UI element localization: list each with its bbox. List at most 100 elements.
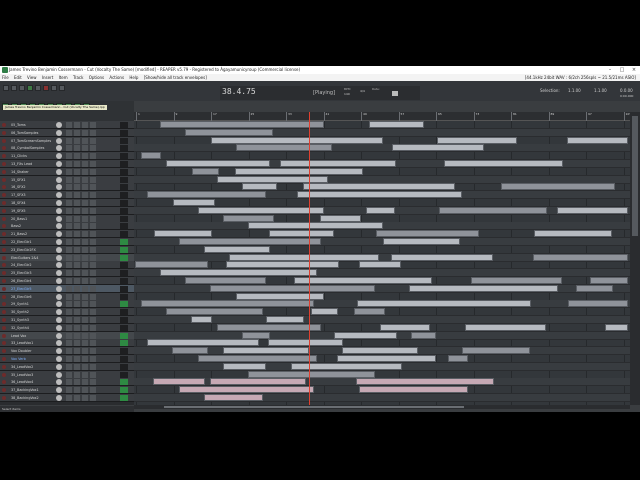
record-arm-button[interactable] (2, 279, 6, 283)
solo-button[interactable] (74, 200, 80, 206)
mute-button[interactable] (66, 176, 72, 183)
volume-knob[interactable] (56, 340, 62, 347)
track-name[interactable]: Bass2 (11, 222, 21, 230)
track-name[interactable]: 35_LeadVox3 (11, 371, 33, 379)
volume-knob[interactable] (56, 192, 62, 199)
media-item[interactable] (216, 323, 321, 331)
volume-knob[interactable] (56, 348, 62, 355)
media-item[interactable] (359, 261, 402, 269)
track-name[interactable]: 32_Synth4 (11, 324, 29, 332)
media-item[interactable] (141, 152, 161, 160)
media-item[interactable] (365, 206, 395, 214)
volume-knob[interactable] (56, 379, 62, 386)
fx-button[interactable] (82, 239, 88, 245)
media-item[interactable] (248, 370, 376, 378)
record-arm-button[interactable] (2, 169, 6, 174)
media-item[interactable] (303, 183, 456, 191)
io-button[interactable] (90, 161, 96, 167)
track-lane[interactable] (134, 394, 630, 402)
volume-knob[interactable] (56, 176, 62, 183)
media-item[interactable] (567, 300, 628, 308)
fx-button[interactable] (82, 356, 88, 362)
track-lane[interactable] (134, 230, 630, 239)
media-item[interactable] (294, 277, 432, 284)
rate-slider[interactable] (392, 91, 398, 96)
media-item[interactable] (204, 394, 263, 401)
solo-button[interactable] (74, 285, 80, 292)
fx-button[interactable] (82, 262, 88, 269)
solo-button[interactable] (74, 153, 80, 160)
media-item[interactable] (297, 191, 462, 199)
record-arm-button[interactable] (2, 388, 6, 393)
media-item[interactable] (225, 261, 340, 269)
track-row[interactable]: 16_SFX2 (0, 183, 134, 192)
media-item[interactable] (448, 355, 469, 362)
track-lane[interactable] (134, 308, 630, 317)
mute-button[interactable] (66, 270, 72, 277)
record-arm-button[interactable] (2, 224, 6, 229)
media-item[interactable] (410, 331, 437, 339)
volume-knob[interactable] (56, 207, 62, 214)
media-item[interactable] (178, 238, 321, 245)
volume-knob[interactable] (56, 356, 62, 362)
play-button[interactable] (27, 85, 33, 91)
mute-button[interactable] (66, 278, 72, 284)
media-item[interactable] (438, 206, 547, 214)
go-end-button[interactable] (11, 85, 17, 91)
track-row[interactable]: 26_ElecGtr4 (0, 277, 134, 285)
track-row[interactable]: ElecGuitars 2&4 (0, 253, 134, 262)
fx-button[interactable] (82, 332, 88, 339)
volume-knob[interactable] (56, 145, 62, 152)
mute-button[interactable] (66, 122, 72, 128)
selection-start[interactable]: 1.1.00 (568, 88, 581, 93)
mute-button[interactable] (66, 348, 72, 355)
stop-after-button[interactable] (59, 85, 65, 91)
mute-button[interactable] (66, 137, 72, 144)
solo-button[interactable] (74, 262, 80, 269)
record-arm-button[interactable] (2, 240, 6, 244)
volume-knob[interactable] (56, 285, 62, 292)
media-item[interactable] (437, 136, 518, 144)
io-button[interactable] (90, 371, 96, 378)
mute-button[interactable] (66, 371, 72, 378)
track-row[interactable]: 29_Synth1 (0, 300, 134, 309)
io-button[interactable] (90, 122, 96, 128)
mute-button[interactable] (66, 129, 72, 136)
volume-knob[interactable] (56, 246, 62, 253)
fx-button[interactable] (82, 184, 88, 191)
volume-knob[interactable] (56, 137, 62, 144)
media-item[interactable] (235, 144, 332, 152)
solo-button[interactable] (74, 246, 80, 253)
solo-button[interactable] (74, 324, 80, 331)
track-lane[interactable] (134, 222, 630, 231)
volume-knob[interactable] (56, 387, 62, 394)
volume-knob[interactable] (56, 254, 62, 261)
track-row[interactable]: Vox Doubler (0, 347, 134, 356)
solo-button[interactable] (74, 395, 80, 401)
media-item[interactable] (311, 308, 338, 316)
record-arm-button[interactable] (2, 325, 6, 330)
track-lane[interactable] (134, 152, 630, 161)
io-button[interactable] (90, 332, 96, 339)
solo-button[interactable] (74, 371, 80, 378)
media-item[interactable] (222, 362, 267, 370)
media-item[interactable] (210, 284, 376, 292)
record-arm-button[interactable] (2, 364, 6, 369)
volume-knob[interactable] (56, 168, 62, 175)
track-name[interactable]: 14_Shaker (11, 168, 29, 176)
volume-knob[interactable] (56, 270, 62, 277)
record-arm-button[interactable] (2, 341, 6, 346)
track-row[interactable]: 06_TomSamples (0, 128, 134, 137)
io-button[interactable] (90, 137, 96, 144)
media-item[interactable] (604, 323, 628, 331)
menu-item[interactable]: Item (57, 74, 70, 81)
record-arm-button[interactable] (2, 130, 6, 135)
solo-button[interactable] (74, 340, 80, 347)
fx-button[interactable] (82, 293, 88, 300)
record-button[interactable] (43, 85, 49, 91)
horizontal-scroll-thumb[interactable] (164, 406, 464, 408)
track-row[interactable]: 18_SFX4 (0, 199, 134, 207)
io-button[interactable] (90, 129, 96, 136)
io-button[interactable] (90, 356, 96, 362)
media-item[interactable] (153, 378, 205, 386)
